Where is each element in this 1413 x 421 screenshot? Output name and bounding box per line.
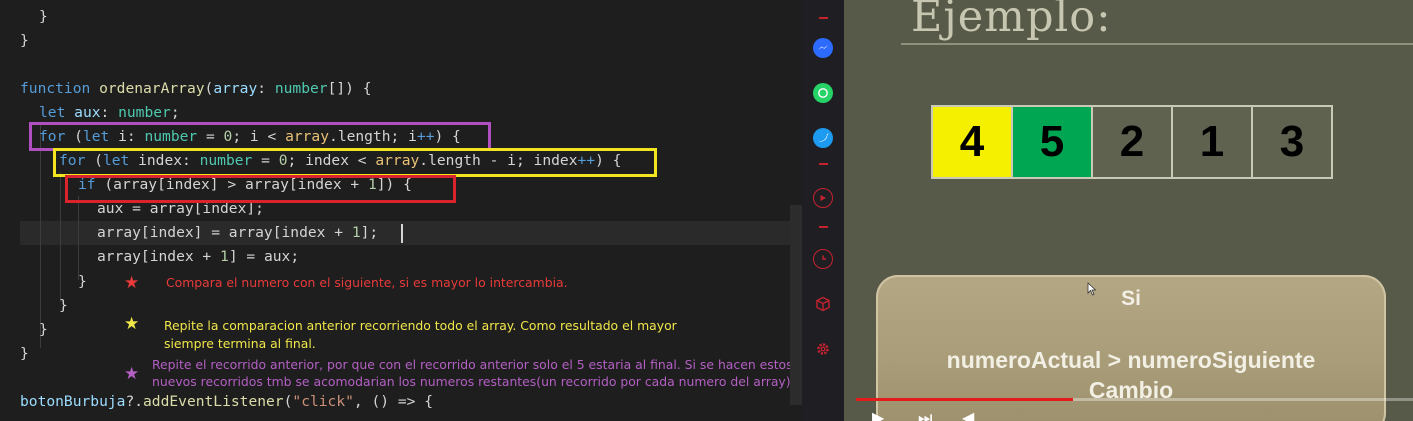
purple-note-line-2: nuevos recorridos tmb se acomodarian los…	[152, 374, 795, 389]
array-cell: 2	[1091, 105, 1173, 179]
code-line-close-for-inner: }	[59, 297, 68, 314]
code-line-close-if: }	[78, 273, 87, 290]
indent-guide	[78, 196, 79, 280]
settings-icon[interactable]	[813, 339, 833, 359]
messenger-icon[interactable]	[813, 38, 833, 58]
red-star-icon: ★	[124, 273, 140, 293]
video-slide-title: Ejemplo:	[911, 0, 1112, 42]
yellow-note-line-1: Repite la comparacion anterior recorrien…	[164, 318, 677, 333]
yellow-star-icon: ★	[124, 314, 140, 334]
sidebar-divider	[819, 17, 828, 19]
play-icon[interactable]: ▶	[872, 408, 884, 421]
yellow-note-line-2: siempre termina al final.	[164, 336, 316, 351]
code-line-swap-2: array[index + 1] = aux;	[97, 248, 300, 265]
clock-icon[interactable]	[813, 249, 833, 269]
array-cells: 4 5 2 1 3	[931, 105, 1333, 179]
code-line-2: }	[20, 32, 29, 49]
text-cursor	[401, 224, 403, 243]
purple-star-icon: ★	[124, 364, 140, 384]
twitter-icon[interactable]	[813, 128, 833, 148]
code-line-listener: botonBurbuja?.addEventListener("click", …	[20, 393, 433, 410]
if-highlight-box	[65, 175, 456, 203]
mouse-pointer-icon	[1087, 282, 1097, 300]
indent-guide	[60, 172, 61, 302]
volume-icon[interactable]: ◀	[962, 408, 974, 421]
code-line-1: }	[39, 8, 48, 25]
whatsapp-icon[interactable]	[813, 83, 833, 103]
card-title: Si	[1121, 287, 1141, 310]
sidebar-divider	[819, 226, 828, 228]
indent-guide	[40, 123, 41, 348]
play-circle-icon[interactable]	[813, 188, 833, 208]
card-condition: numeroActual > numeroSiguiente	[946, 347, 1316, 373]
code-line-close-function: }	[20, 345, 29, 362]
purple-note-line-1: Repite el recorrido anterior, por que co…	[152, 357, 793, 372]
outer-loop-highlight-box	[29, 122, 491, 151]
code-editor[interactable]: } } function ordenarArray(array: number[…	[0, 0, 802, 421]
cube-icon[interactable]	[813, 294, 833, 314]
browser-sidebar	[802, 0, 844, 421]
array-cell: 5	[1011, 105, 1093, 179]
video-progress-fill	[856, 398, 1074, 401]
array-cell: 3	[1251, 105, 1333, 179]
red-note: Compara el numero con el siguiente, si e…	[166, 275, 568, 290]
video-player[interactable]: Ejemplo: 4 5 2 1 3 Si numeroActual > num…	[844, 0, 1413, 421]
code-line-swap-1: array[index] = array[index + 1];	[97, 224, 379, 241]
sidebar-divider	[819, 163, 828, 165]
editor-scrollbar-thumb[interactable]	[790, 205, 802, 405]
array-cell: 4	[931, 105, 1013, 179]
code-line-function: function ordenarArray(array: number[]) {	[20, 80, 372, 97]
inner-loop-highlight-box	[53, 148, 657, 177]
next-icon[interactable]: ⏭	[918, 408, 932, 421]
code-line-close-for-outer: }	[39, 321, 48, 338]
title-underline	[901, 43, 1413, 45]
array-cell: 1	[1171, 105, 1253, 179]
